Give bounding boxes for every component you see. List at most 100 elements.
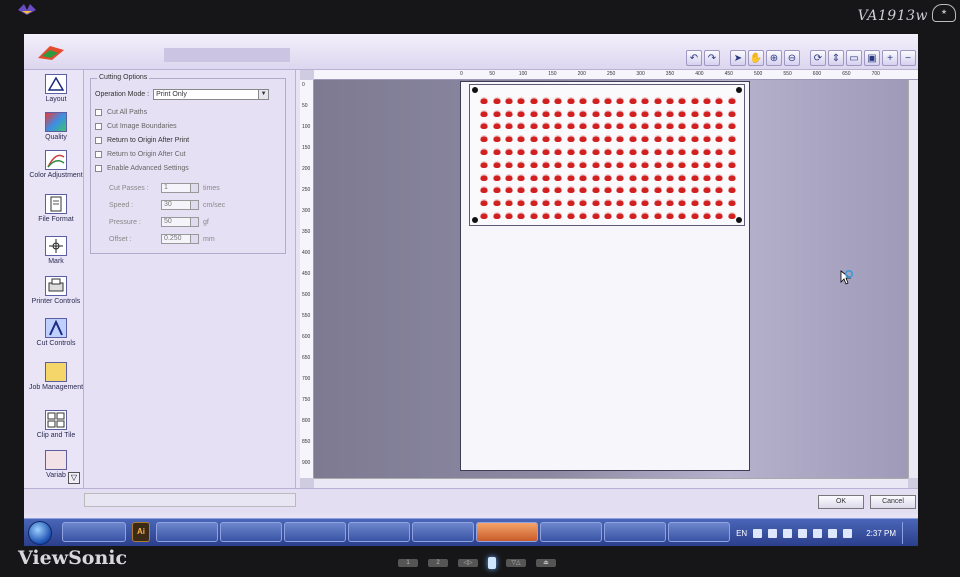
- checkbox-cut-all-paths[interactable]: Cut All Paths: [95, 109, 147, 116]
- horizontal-scrollbar[interactable]: [314, 478, 908, 488]
- taskbar-illustrator-icon[interactable]: Ai: [132, 522, 150, 542]
- label-thumbnail: [528, 94, 540, 107]
- label-thumbnail: [639, 171, 651, 184]
- label-thumbnail: [565, 94, 577, 107]
- taskbar-app-3[interactable]: [220, 522, 282, 542]
- label-thumbnail: [565, 132, 577, 145]
- help-icon[interactable]: [753, 528, 763, 538]
- monitor-model: VA1913w: [857, 8, 928, 24]
- ok-button[interactable]: OK: [818, 495, 864, 509]
- label-thumbnail: [528, 132, 540, 145]
- label-thumbnail: [651, 171, 663, 184]
- taskbar-app-7[interactable]: [476, 522, 538, 542]
- sidebar-item-label: Clip and Tile: [36, 432, 76, 439]
- pointer-icon[interactable]: ➤: [730, 50, 746, 66]
- page-icon[interactable]: ▭: [846, 50, 862, 66]
- checkbox[interactable]: [95, 137, 102, 144]
- hand-icon[interactable]: ✋: [748, 50, 764, 66]
- pressure-label: Pressure :: [109, 218, 141, 226]
- keyboard-icon[interactable]: [768, 528, 778, 538]
- monitor-button-menu[interactable]: ⏏: [536, 559, 556, 567]
- checkbox-cut-image-boundaries[interactable]: Cut Image Boundaries: [95, 123, 177, 130]
- offset-stepper[interactable]: 0.250: [161, 234, 199, 244]
- label-thumbnail: [589, 94, 601, 107]
- label-thumbnail: [540, 196, 552, 209]
- taskbar-app-4[interactable]: [284, 522, 346, 542]
- undo-icon[interactable]: ↶: [686, 50, 702, 66]
- sidebar-scroll-down-icon[interactable]: ▽: [68, 472, 80, 484]
- checkbox-enable-advanced[interactable]: Enable Advanced Settings: [95, 165, 189, 172]
- zoom-out-icon[interactable]: ⊖: [784, 50, 800, 66]
- label-thumbnail: [701, 145, 713, 158]
- language-indicator[interactable]: EN: [736, 529, 747, 538]
- print-job-image[interactable]: [469, 84, 745, 226]
- label-thumbnail: [515, 158, 527, 171]
- checkbox-return-after-print[interactable]: Return to Origin After Print: [95, 137, 189, 144]
- fit-icon[interactable]: ⇕: [828, 50, 844, 66]
- taskbar: Ai EN 2:37 PM: [24, 518, 918, 546]
- stepper-arrows-icon[interactable]: [190, 201, 198, 209]
- sidebar-item-mark[interactable]: Mark: [28, 236, 84, 266]
- taskbar-app-5[interactable]: [348, 522, 410, 542]
- sidebar-item-quality[interactable]: Quality: [28, 112, 84, 142]
- label-thumbnail: [651, 145, 663, 158]
- taskbar-app-9[interactable]: [604, 522, 666, 542]
- minus-icon[interactable]: −: [900, 50, 916, 66]
- label-thumbnail: [726, 145, 738, 158]
- taskbar-app-8[interactable]: [540, 522, 602, 542]
- flag-icon[interactable]: [813, 528, 823, 538]
- sidebar-item-cut-controls[interactable]: Cut Controls: [28, 318, 84, 348]
- plus-icon[interactable]: +: [882, 50, 898, 66]
- clock[interactable]: 2:37 PM: [866, 529, 896, 538]
- monitor-button-nav[interactable]: ◁▷: [458, 559, 478, 567]
- vertical-scrollbar[interactable]: [908, 80, 918, 478]
- taskbar-app-10[interactable]: [668, 522, 730, 542]
- volume-icon[interactable]: [843, 528, 853, 538]
- label-thumbnail: [490, 184, 502, 197]
- sidebar-item-file-format[interactable]: File Format: [28, 194, 84, 224]
- stepper-arrows-icon[interactable]: [190, 218, 198, 226]
- operation-mode-select[interactable]: Print Only ▼: [153, 89, 270, 100]
- sidebar-item-printer-controls[interactable]: Printer Controls: [28, 276, 84, 306]
- stepper-arrows-icon[interactable]: [190, 235, 198, 243]
- sidebar-item-color-adjustment[interactable]: Color Adjustment: [28, 150, 84, 180]
- view-icon[interactable]: ▣: [864, 50, 880, 66]
- taskbar-app-1[interactable]: [62, 522, 126, 542]
- checkbox[interactable]: [95, 109, 102, 116]
- checkbox[interactable]: [95, 123, 102, 130]
- speed-stepper[interactable]: 30: [161, 200, 199, 210]
- monitor-button-2[interactable]: 2: [428, 559, 448, 567]
- windows-icon[interactable]: [798, 528, 808, 538]
- label-thumbnail: [589, 209, 601, 222]
- show-desktop-button[interactable]: [902, 522, 912, 544]
- pressure-stepper[interactable]: 50: [161, 217, 199, 227]
- ruler-tick-label: 850: [302, 439, 311, 445]
- checkbox-return-after-cut[interactable]: Return to Origin After Cut: [95, 151, 186, 158]
- taskbar-app-6[interactable]: [412, 522, 474, 542]
- checkbox[interactable]: [95, 151, 102, 158]
- label-thumbnail: [540, 158, 552, 171]
- label-thumbnail: [651, 209, 663, 222]
- sidebar-item-clip-and-tile[interactable]: Clip and Tile: [28, 410, 84, 440]
- cut-passes-stepper[interactable]: 1: [161, 183, 199, 193]
- rotate-icon[interactable]: ⟳: [810, 50, 826, 66]
- sidebar-item-job-management[interactable]: Job Management: [28, 362, 84, 392]
- network-icon[interactable]: [828, 528, 838, 538]
- power-button[interactable]: [488, 557, 496, 569]
- checkbox[interactable]: [95, 165, 102, 172]
- taskbar-app-2[interactable]: [156, 522, 218, 542]
- label-thumbnail: [602, 107, 614, 120]
- zoom-in-icon[interactable]: ⊕: [766, 50, 782, 66]
- redo-icon[interactable]: ↷: [704, 50, 720, 66]
- chevron-down-icon[interactable]: ▼: [258, 90, 269, 99]
- monitor-button-1[interactable]: 1: [398, 559, 418, 567]
- label-thumbnail: [664, 209, 676, 222]
- show-hidden-icons-icon[interactable]: [783, 528, 793, 538]
- sidebar-item-layout[interactable]: Layout: [28, 74, 84, 104]
- start-button[interactable]: [28, 521, 52, 545]
- stepper-arrows-icon[interactable]: [190, 184, 198, 192]
- ruler-tick-label: 0: [460, 71, 463, 77]
- monitor-button-updown[interactable]: ▽△: [506, 559, 526, 567]
- print-workspace[interactable]: [314, 80, 908, 478]
- cancel-button[interactable]: Cancel: [870, 495, 916, 509]
